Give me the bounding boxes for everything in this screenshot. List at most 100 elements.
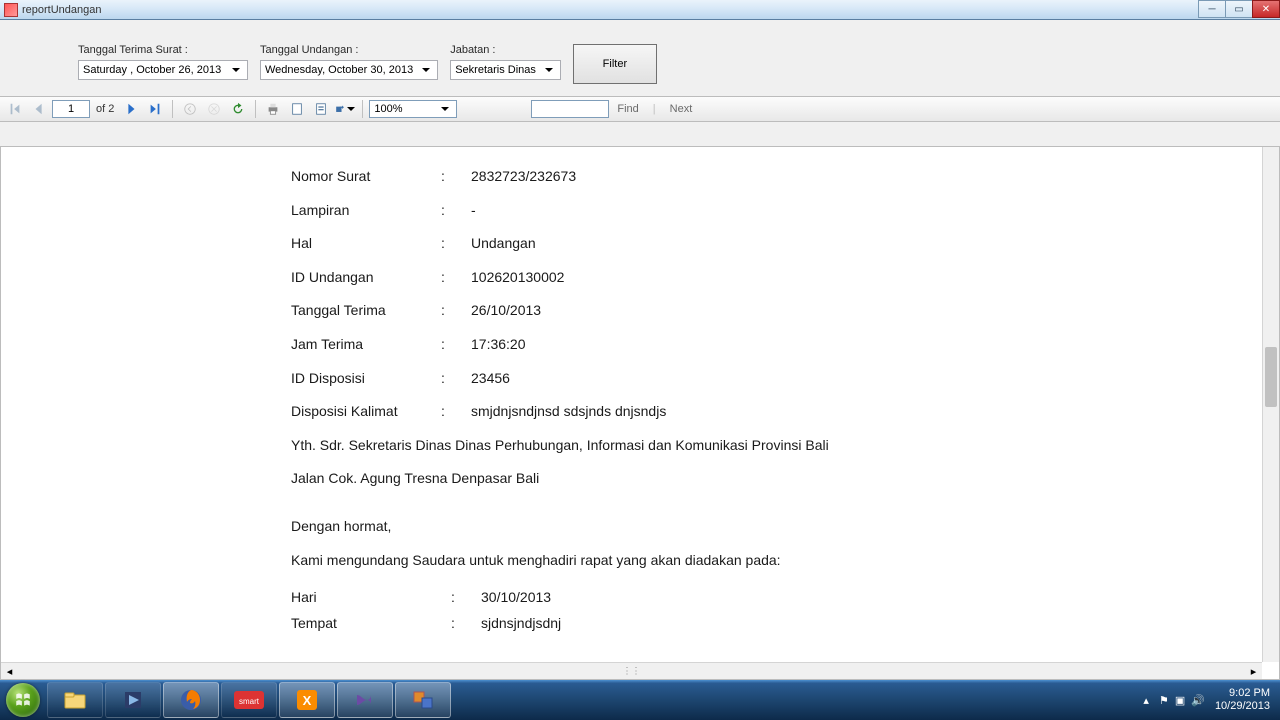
report-field-label: Nomor Surat [291,167,441,187]
print-button[interactable] [262,98,284,120]
report-field-label: ID Disposisi [291,369,441,389]
report-field-value: 23456 [471,369,1259,389]
report-field-value: 102620130002 [471,268,1259,288]
scroll-left-icon[interactable]: ◂ [1,663,18,680]
taskbar: smart X ▴ ⚑ ▣ 🔊 9:02 PM 10/29/2013 [0,680,1280,720]
next-page-button[interactable] [120,98,142,120]
report-field-value: Undangan [471,234,1259,254]
report-field-value: 26/10/2013 [471,301,1259,321]
zoom-combobox[interactable]: 100% [369,100,457,118]
report-detail-label: Hari [291,588,451,608]
report-isi: Kami mengundang Saudara untuk menghadiri… [291,551,1259,571]
clock-date: 10/29/2013 [1215,700,1270,713]
clock-time: 9:02 PM [1215,687,1270,700]
report-field-row: ID Undangan:102620130002 [291,268,1259,288]
report-field-row: Disposisi Kalimat:smjdnjsndjnsd sdsjnds … [291,402,1259,422]
svg-text:X: X [303,693,312,708]
chevron-down-icon [229,63,243,77]
vertical-scrollbar[interactable] [1262,147,1279,662]
report-field-label: ID Undangan [291,268,441,288]
taskbar-vs[interactable] [337,682,393,718]
report-toolbar: of 2 100% Find | Next [0,96,1280,122]
chevron-down-icon [438,102,452,116]
report-yth: Yth. Sdr. Sekretaris Dinas Dinas Perhubu… [291,436,1259,456]
taskbar-firefox[interactable] [163,682,219,718]
last-page-button[interactable] [144,98,166,120]
datepicker-tanggal-undangan-value: Wednesday, October 30, 2013 [265,64,413,76]
report-detail-value: sjdnsjndjsdnj [481,614,1259,634]
report-detail-row: Hari:30/10/2013 [291,588,1259,608]
refresh-button[interactable] [227,98,249,120]
stop-button[interactable] [203,98,225,120]
report-detail-label: Tempat [291,614,451,634]
page-total-label: of 2 [92,103,118,115]
find-link[interactable]: Find [617,103,638,115]
report-detail-row: Tempat:sjdnsjndjsdnj [291,614,1259,634]
report-field-label: Hal [291,234,441,254]
datepicker-tanggal-terima-value: Saturday , October 26, 2013 [83,64,221,76]
datepicker-tanggal-terima[interactable]: Saturday , October 26, 2013 [78,60,248,80]
page-number-input[interactable] [52,100,90,118]
taskbar-explorer[interactable] [47,682,103,718]
report-field-label: Tanggal Terima [291,301,441,321]
tray-chevron-icon[interactable]: ▴ [1143,694,1149,707]
label-tanggal-undangan: Tanggal Undangan : [260,44,438,56]
first-page-button[interactable] [4,98,26,120]
start-button[interactable] [0,680,46,720]
back-button[interactable] [179,98,201,120]
report-field-value: - [471,201,1259,221]
windows-logo-icon [6,683,40,717]
taskbar-clock[interactable]: 9:02 PM 10/29/2013 [1215,687,1270,713]
report-field-label: Lampiran [291,201,441,221]
report-salam: Dengan hormat, [291,517,1259,537]
find-input[interactable] [531,100,609,118]
taskbar-smart[interactable]: smart [221,682,277,718]
horizontal-scrollbar[interactable]: ◂ ⋮⋮ ▸ [1,662,1262,679]
filter-button[interactable]: Filter [573,44,657,84]
svg-text:smart: smart [239,697,260,706]
system-tray: ▴ ⚑ ▣ 🔊 9:02 PM 10/29/2013 [1143,687,1280,713]
close-button[interactable]: ✕ [1252,0,1280,18]
filter-tanggal-terima: Tanggal Terima Surat : Saturday , Octobe… [78,44,248,84]
export-button[interactable] [334,98,356,120]
scroll-right-icon[interactable]: ▸ [1245,663,1262,680]
report-field-row: Tanggal Terima:26/10/2013 [291,301,1259,321]
print-layout-button[interactable] [286,98,308,120]
label-jabatan: Jabatan : [450,44,561,56]
report-field-row: ID Disposisi:23456 [291,369,1259,389]
flag-icon[interactable]: ⚑ [1159,694,1169,707]
tray-app-icon[interactable]: ▣ [1175,694,1185,707]
report-field-row: Hal:Undangan [291,234,1259,254]
report-field-value: smjdnjsndjnsd sdsjnds dnjsndjs [471,402,1259,422]
maximize-button[interactable]: ▭ [1225,0,1253,18]
filter-panel: Tanggal Terima Surat : Saturday , Octobe… [0,20,1280,96]
report-viewport: Nomor Surat:2832723/232673 Lampiran:- Hal:… [0,146,1280,680]
find-next-link[interactable]: Next [670,103,693,115]
app-icon [4,3,18,17]
prev-page-button[interactable] [28,98,50,120]
chevron-down-icon [419,63,433,77]
report-field-row: Nomor Surat:2832723/232673 [291,167,1259,187]
taskbar-media[interactable] [105,682,161,718]
combobox-jabatan-value: Sekretaris Dinas [455,64,536,76]
window-title: reportUndangan [22,4,102,16]
filter-tanggal-undangan: Tanggal Undangan : Wednesday, October 30… [260,44,438,84]
chevron-down-icon [542,63,556,77]
report-field-label: Disposisi Kalimat [291,402,441,422]
combobox-jabatan[interactable]: Sekretaris Dinas [450,60,561,80]
volume-icon[interactable]: 🔊 [1191,694,1205,707]
datepicker-tanggal-undangan[interactable]: Wednesday, October 30, 2013 [260,60,438,80]
taskbar-running-app[interactable] [395,682,451,718]
report-alamat: Jalan Cok. Agung Tresna Denpasar Bali [291,469,1259,489]
taskbar-xampp[interactable]: X [279,682,335,718]
report-field-row: Jam Terima:17:36:20 [291,335,1259,355]
report-field-row: Lampiran:- [291,201,1259,221]
window-titlebar: reportUndangan ─ ▭ ✕ [0,0,1280,20]
window-controls: ─ ▭ ✕ [1199,0,1280,18]
report-field-label: Jam Terima [291,335,441,355]
tray-icons: ⚑ ▣ 🔊 [1159,694,1205,707]
minimize-button[interactable]: ─ [1198,0,1226,18]
filter-jabatan: Jabatan : Sekretaris Dinas [450,44,561,84]
page-setup-button[interactable] [310,98,332,120]
report-detail-value: 30/10/2013 [481,588,1259,608]
